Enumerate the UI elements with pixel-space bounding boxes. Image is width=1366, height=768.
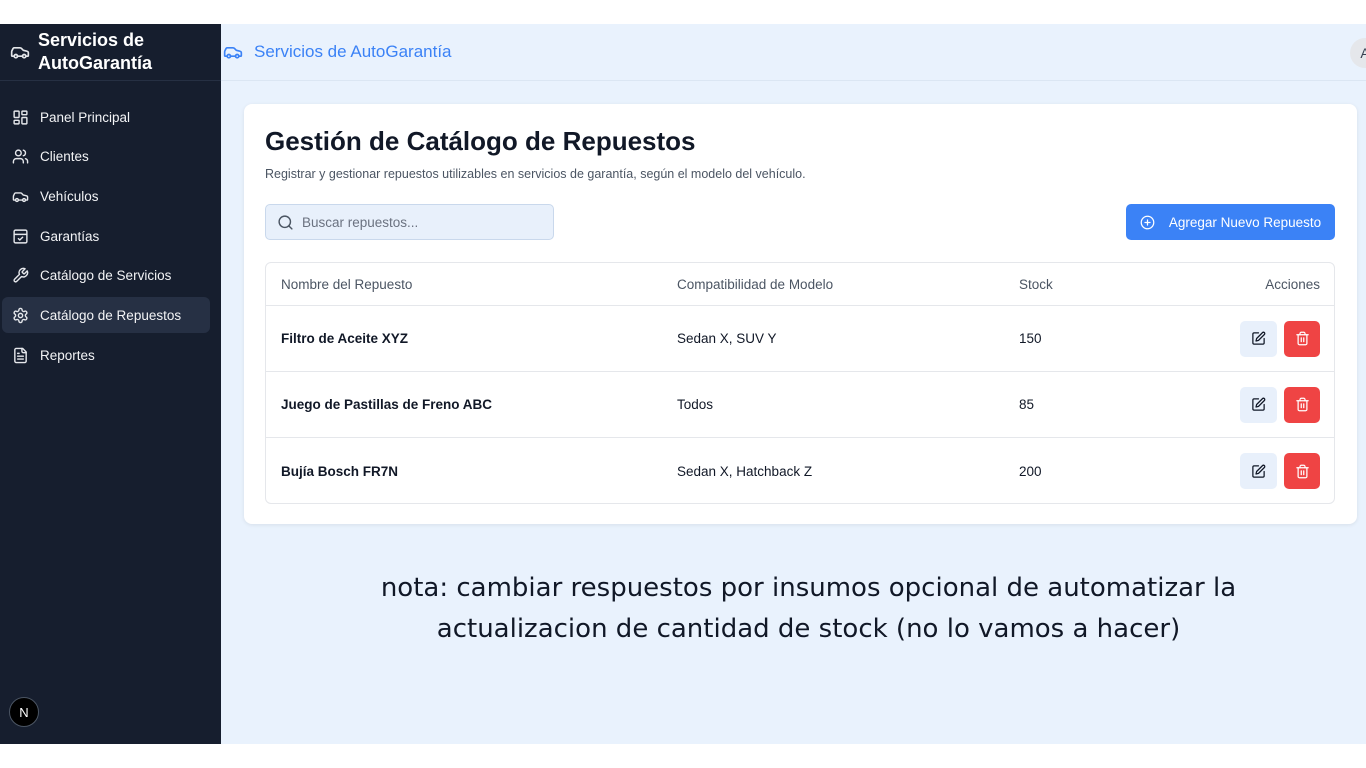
part-name: Filtro de Aceite XYZ: [281, 331, 409, 346]
delete-button[interactable]: [1284, 386, 1320, 423]
table-row: Juego de Pastillas de Freno ABC Todos 85: [266, 372, 1334, 438]
annotation-note-line: actualizacion de cantidad de stock (no l…: [436, 614, 1181, 644]
sidebar-item-label: Vehículos: [40, 188, 99, 204]
sidebar-item-label: Catálogo de Repuestos: [40, 307, 182, 323]
part-stock: 200: [1019, 463, 1042, 479]
sidebar-item-label: Catálogo de Servicios: [40, 268, 172, 284]
sidebar-brand[interactable]: Servicios de AutoGarantía: [0, 24, 221, 81]
sidebar-item-label: Clientes: [40, 149, 89, 165]
row-actions: [1139, 453, 1334, 489]
table-header: Nombre del Repuesto Compatibilidad de Mo…: [266, 263, 1334, 306]
column-header-name: Nombre del Repuesto: [281, 276, 413, 292]
search-input[interactable]: [302, 214, 542, 230]
edit-icon: [1251, 464, 1266, 479]
clipboard-check-icon: [12, 228, 29, 245]
sidebar-item-catalogo-servicios[interactable]: Catálogo de Servicios: [2, 258, 210, 294]
part-stock: 150: [1019, 331, 1042, 346]
sidebar-item-vehiculos[interactable]: Vehículos: [2, 178, 210, 214]
dev-indicator-badge[interactable]: N: [9, 697, 39, 727]
parts-table: Nombre del Repuesto Compatibilidad de Mo…: [265, 262, 1335, 504]
part-name: Juego de Pastillas de Freno ABC: [281, 397, 493, 412]
car-icon: [221, 42, 245, 62]
topbar: Servicios de AutoGarantía A: [221, 24, 1366, 81]
edit-icon: [1251, 397, 1266, 412]
edit-icon: [1251, 331, 1266, 346]
edit-button[interactable]: [1240, 453, 1277, 489]
search-box[interactable]: [265, 204, 554, 240]
sidebar-item-garantias[interactable]: Garantías: [2, 218, 210, 254]
sidebar-item-panel-principal[interactable]: Panel Principal: [2, 99, 210, 135]
part-stock: 85: [1019, 397, 1035, 412]
sidebar-item-catalogo-repuestos[interactable]: Catálogo de Repuestos: [2, 297, 210, 334]
edit-button[interactable]: [1240, 386, 1277, 423]
delete-button[interactable]: [1284, 320, 1320, 357]
sidebar-item-clientes[interactable]: Clientes: [2, 139, 210, 175]
row-actions: [1139, 386, 1334, 423]
page-subtitle: Registrar y gestionar repuestos utilizab…: [265, 167, 806, 181]
sidebar-nav: Panel Principal Clientes Vehículos Garan…: [0, 81, 221, 373]
app-frame: Servicios de AutoGarantía Panel Principa…: [0, 24, 1366, 744]
trash-icon: [1295, 464, 1310, 479]
sidebar-item-reportes[interactable]: Reportes: [2, 337, 210, 373]
search-icon: [277, 214, 294, 231]
trash-icon: [1295, 397, 1310, 412]
sidebar-item-label: Reportes: [40, 347, 95, 363]
table-row: Bujía Bosch FR7N Sedan X, Hatchback Z 20…: [266, 438, 1334, 503]
part-name: Bujía Bosch FR7N: [281, 463, 399, 479]
edit-button[interactable]: [1240, 320, 1277, 357]
wrench-icon: [12, 267, 29, 284]
table-row: Filtro de Aceite XYZ Sedan X, SUV Y 150: [266, 306, 1334, 372]
sidebar: Servicios de AutoGarantía Panel Principa…: [0, 24, 221, 744]
part-compat: Sedan X, Hatchback Z: [677, 463, 813, 479]
dashboard-icon: [12, 109, 29, 126]
annotation-note: nota: cambiar respuestos por insumos opc…: [221, 568, 1366, 650]
part-compat: Sedan X, SUV Y: [677, 331, 777, 346]
column-header-stock: Stock: [1019, 276, 1053, 292]
column-header-actions: Acciones: [1265, 276, 1320, 292]
gear-icon: [12, 307, 29, 324]
car-icon: [12, 188, 29, 205]
add-part-button-label: Agregar Nuevo Repuesto: [1168, 214, 1322, 230]
sidebar-item-label: Panel Principal: [40, 109, 131, 125]
users-icon: [12, 148, 29, 165]
avatar[interactable]: A: [1350, 38, 1366, 68]
sidebar-item-label: Garantías: [40, 228, 100, 244]
catalog-card: Gestión de Catálogo de Repuestos Registr…: [244, 104, 1357, 524]
row-actions: [1139, 320, 1334, 357]
annotation-note-line: nota: cambiar respuestos por insumos opc…: [380, 573, 1237, 603]
plus-circle-icon: [1140, 215, 1155, 230]
add-part-button[interactable]: Agregar Nuevo Repuesto: [1126, 204, 1335, 240]
page-title: Gestión de Catálogo de Repuestos: [265, 126, 696, 156]
main-content: Servicios de AutoGarantía A Gestión de C…: [221, 24, 1366, 744]
delete-button[interactable]: [1284, 453, 1320, 489]
trash-icon: [1295, 331, 1310, 346]
sidebar-brand-title: Servicios de AutoGarantía: [38, 30, 153, 73]
car-icon: [10, 42, 30, 62]
file-text-icon: [12, 347, 29, 364]
topbar-title[interactable]: Servicios de AutoGarantía: [254, 42, 452, 62]
column-header-compat: Compatibilidad de Modelo: [677, 276, 834, 292]
part-compat: Todos: [677, 397, 714, 412]
